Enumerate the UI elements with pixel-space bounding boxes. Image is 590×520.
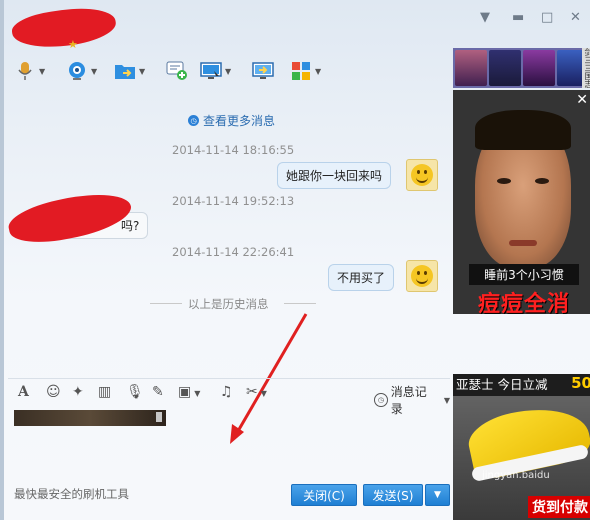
ad-eye (497, 178, 511, 184)
font-icon[interactable]: A (18, 384, 29, 400)
webcam-icon (66, 60, 88, 82)
divider (150, 303, 182, 304)
contact-title: ★ (10, 2, 130, 54)
star-icon: ★ (68, 38, 78, 51)
game-avatar-2[interactable] (489, 50, 521, 86)
game-thumbnails[interactable] (453, 48, 590, 88)
chat-window: ★ ▼ ▬ □ ✕ ▼ ▼ ▼ ▼ ▼ 剑三三国志 ◷ 查看更多消息 2014-… (0, 0, 590, 520)
input-toolbar: A ☺ ✦ ▥ 🎙 ✎ ▣ ▼ ♫ ✂ ▼ ◷ 消息记录 ▼ (8, 378, 450, 416)
ad-subtitle: 睡前3个小习惯 (469, 264, 579, 285)
redaction-mark (10, 2, 118, 54)
microphone-icon (14, 60, 36, 82)
create-discussion-button[interactable] (166, 58, 188, 84)
send-button[interactable]: 发送(S) (363, 484, 423, 506)
ad-bottom-title: 亚瑟士 今日立减 (456, 377, 548, 392)
divider (284, 303, 316, 304)
remote-desktop-icon (200, 60, 222, 82)
minimize-button[interactable]: ▬ (512, 10, 524, 25)
smiley-icon (411, 164, 433, 186)
apps-grid-icon (290, 60, 312, 82)
close-chat-button[interactable]: 关闭(C) (291, 484, 357, 506)
message-input[interactable] (8, 404, 450, 480)
cod-button[interactable]: 货到付款 (528, 496, 590, 518)
add-chat-icon (166, 60, 188, 82)
redaction-mark (5, 185, 135, 251)
folder-icon (114, 60, 136, 82)
game-avatar-1[interactable] (455, 50, 487, 86)
input-image-strip (14, 410, 166, 426)
ad-banner-bottom[interactable]: 亚瑟士 今日立减 50 货到付款 (453, 374, 590, 520)
send-options-button[interactable]: ▼ (425, 484, 450, 506)
status-text[interactable]: 最快最安全的刷机工具 (14, 486, 129, 502)
screen-share-icon (252, 60, 274, 82)
watermark: jingyan.baidu (482, 470, 550, 481)
chat-toolbar: ▼ ▼ ▼ ▼ ▼ (14, 58, 444, 88)
ad-hair-image (475, 110, 571, 150)
more-messages-link[interactable]: ◷ 查看更多消息 (188, 112, 275, 129)
close-icon[interactable]: ✕ (576, 92, 588, 108)
ad-mouth (509, 240, 537, 246)
input-scroll-marker (156, 412, 162, 422)
send-file-button[interactable]: ▼ (114, 58, 145, 84)
screenshot-icon[interactable]: ✂ ▼ (246, 384, 267, 400)
voice-message-icon[interactable]: 🎙 (126, 384, 144, 400)
image-icon[interactable]: ▣ ▼ (178, 384, 200, 400)
maximize-button[interactable]: □ (541, 10, 553, 25)
message-bubble: 她跟你一块回来吗 (277, 162, 392, 189)
smiley-avatar[interactable] (406, 159, 438, 191)
voice-call-button[interactable]: ▼ (14, 58, 45, 84)
ad-headline: 痘痘全消 (477, 292, 570, 314)
smiley-avatar[interactable] (406, 260, 438, 292)
ad-bottom-headline: 亚瑟士 今日立减 (453, 374, 590, 396)
message-timestamp: 2014-11-14 22:26:41 (172, 245, 295, 259)
ad-eye (535, 178, 549, 184)
more-messages-label: 查看更多消息 (203, 114, 276, 128)
menu-dropdown-icon[interactable]: ▼ (480, 10, 490, 25)
close-window-button[interactable]: ✕ (570, 10, 581, 25)
game-avatar-3[interactable] (523, 50, 555, 86)
video-call-button[interactable]: ▼ (66, 58, 97, 84)
music-icon[interactable]: ♫ (220, 384, 233, 400)
clock-icon: ◷ (188, 115, 199, 126)
remote-assist-button[interactable]: ▼ (200, 58, 231, 84)
share-screen-button[interactable] (252, 58, 274, 84)
apps-button[interactable]: ▼ (290, 58, 321, 84)
message-timestamp: 2014-11-14 18:16:55 (172, 143, 295, 157)
ad-discount: 50 (571, 374, 590, 392)
shake-icon[interactable]: ▥ (98, 384, 111, 400)
ad-banner-top[interactable]: ✕ 睡前3个小习惯 痘痘全消 (453, 90, 590, 314)
smiley-icon (411, 265, 433, 287)
emoji-icon[interactable]: ☺ (46, 384, 61, 400)
edit-icon[interactable]: ✎ (152, 384, 164, 400)
magic-icon[interactable]: ✦ (72, 384, 84, 400)
message-bubble: 不用买了 (328, 264, 395, 291)
message-timestamp: 2014-11-14 19:52:13 (172, 194, 295, 208)
game-side-label: 剑三三国志 (582, 48, 590, 88)
